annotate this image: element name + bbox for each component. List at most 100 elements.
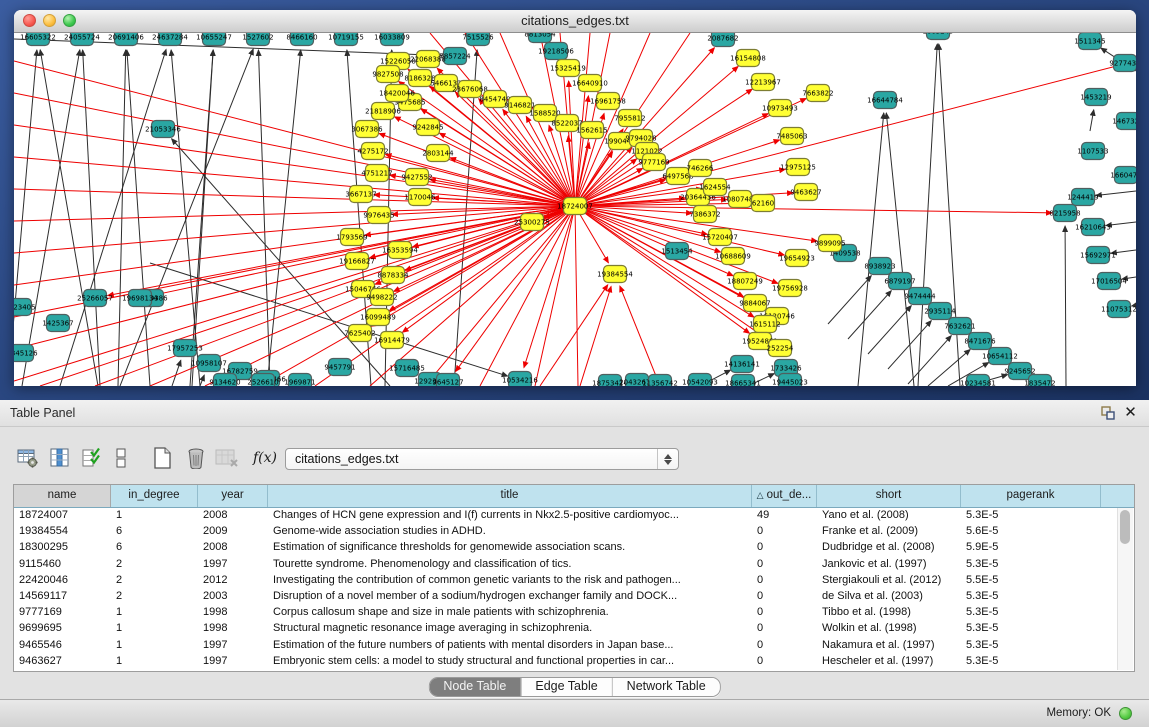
table-cell[interactable]: Embryonic stem cells: a model to study s… [268,653,752,669]
table-selector-dropdown[interactable]: citations_edges.txt [285,448,679,470]
network-node[interactable]: 8938923 [864,258,895,275]
network-node[interactable]: 1467329 [1112,113,1136,130]
network-node[interactable]: 18665341 [725,375,761,387]
delete-table-icon[interactable] [215,445,239,471]
table-cell[interactable]: Yano et al. (2008) [817,507,961,523]
table-cell[interactable]: 5.3E-5 [961,637,1101,653]
table-vertical-scrollbar[interactable] [1117,508,1133,670]
column-header-out-de-[interactable]: △out_de... [752,485,817,507]
show-columns-icon[interactable] [48,445,72,471]
table-row[interactable]: 1872400712008Changes of HCN gene express… [14,507,1117,523]
network-edge[interactable] [454,50,477,386]
table-cell[interactable]: 5.3E-5 [961,588,1101,604]
tab-node-table[interactable]: Node Table [429,678,520,696]
network-node[interactable]: 9457791 [324,359,355,376]
scrollbar-thumb[interactable] [1120,510,1130,544]
network-node[interactable]: 12213967 [745,74,781,91]
network-node[interactable]: 16210643 [1075,219,1111,236]
memory-ok-indicator[interactable] [1119,707,1132,720]
table-cell[interactable]: 0 [752,588,817,604]
table-cell[interactable]: 5.3E-5 [961,556,1101,572]
column-header-short[interactable]: short [817,485,961,507]
network-node[interactable]: 7485063 [776,128,807,145]
network-node[interactable]: 4751217 [361,165,392,182]
network-node[interactable]: 16640910 [572,75,608,92]
table-cell[interactable]: 0 [752,572,817,588]
network-node[interactable]: 19756928 [772,280,808,297]
row-height-icon[interactable] [109,445,133,471]
table-cell[interactable]: 9777169 [14,604,111,620]
network-node[interactable]: 15692971 [1080,247,1116,264]
table-cell[interactable]: 1 [111,604,198,620]
table-row[interactable]: 2242004622012Investigating the contribut… [14,572,1117,588]
table-row[interactable]: 969969511998Structural magnetic resonanc… [14,620,1117,636]
network-edge[interactable] [200,375,204,386]
table-cell[interactable]: 2008 [198,539,268,555]
network-node[interactable]: 746266 [687,160,714,177]
network-node[interactable]: 2803144 [422,145,454,162]
table-cell[interactable]: 2 [111,556,198,572]
network-edge[interactable] [1090,110,1094,131]
network-node[interactable]: 1562615 [576,122,607,139]
network-node[interactable]: 1527602 [242,33,273,46]
table-cell[interactable]: Nakamura et al. (1997) [817,637,961,653]
network-edge[interactable] [1065,226,1066,386]
table-cell[interactable]: 2003 [198,588,268,604]
table-cell[interactable]: 9699695 [14,620,111,636]
table-cell[interactable]: 1997 [198,556,268,572]
table-cell[interactable]: Stergiakouli et al. (2012) [817,572,961,588]
network-node[interactable]: 19218506 [538,43,574,60]
column-header-pagerank[interactable]: pagerank [961,485,1101,507]
table-cell[interactable]: 0 [752,523,817,539]
network-node[interactable]: 12975125 [780,159,816,176]
table-cell[interactable]: 5.6E-5 [961,523,1101,539]
table-cell[interactable]: 1998 [198,604,268,620]
network-edge[interactable] [575,206,1052,213]
table-cell[interactable]: Estimation of the future numbers of pati… [268,637,752,653]
network-edge[interactable] [540,285,608,386]
network-node[interactable]: 17016504 [1091,273,1127,290]
network-node[interactable]: 9899095 [814,235,845,252]
network-node[interactable]: 10655247 [196,33,232,46]
table-cell[interactable]: 9465546 [14,637,111,653]
table-cell[interactable]: 1998 [198,620,268,636]
table-cell[interactable]: 0 [752,604,817,620]
network-node[interactable]: 8813054 [524,33,556,43]
network-node[interactable]: 2935114 [924,303,956,320]
network-node[interactable]: 8471676 [964,333,996,350]
table-row[interactable]: 1456911722003Disruption of a novel membe… [14,588,1117,604]
table-cell[interactable]: 1 [111,620,198,636]
network-node[interactable]: 16644784 [867,92,903,109]
network-edge[interactable] [14,61,575,206]
network-edge[interactable] [14,50,37,386]
network-node[interactable]: 8215958 [1049,205,1080,222]
table-cell[interactable]: 9463627 [14,653,111,669]
table-cell[interactable]: 6 [111,523,198,539]
table-cell[interactable]: 18724007 [14,507,111,523]
table-row[interactable]: 911546021997Tourette syndrome. Phenomeno… [14,556,1117,572]
network-node[interactable]: 9242845 [412,119,443,136]
function-builder-icon[interactable]: f(x) [253,445,277,471]
network-node[interactable]: 3067386 [351,121,383,138]
network-node[interactable]: 1453219 [1080,89,1111,106]
table-cell[interactable]: 1 [111,637,198,653]
network-node[interactable]: 7386372 [689,206,720,223]
table-cell[interactable]: 0 [752,653,817,669]
tab-edge-table[interactable]: Edge Table [520,678,611,696]
table-cell[interactable]: 22420046 [14,572,111,588]
table-cell[interactable]: 9115460 [14,556,111,572]
network-node[interactable]: 16154808 [730,50,766,67]
network-node[interactable]: 7955812 [614,110,645,127]
network-node[interactable]: 1969871 [284,374,315,387]
table-settings-icon[interactable] [16,445,40,471]
network-node[interactable]: 10534216 [502,372,538,387]
network-node[interactable]: 4275172 [357,143,388,160]
network-node[interactable]: 8878334 [377,267,409,284]
column-header-name[interactable]: name [14,485,111,507]
network-node[interactable]: 9134620 [209,374,240,387]
table-cell[interactable]: Franke et al. (2009) [817,523,961,539]
table-cell[interactable]: 5.3E-5 [961,604,1101,620]
network-edge[interactable] [888,321,931,369]
network-node[interactable]: 1660473 [1110,167,1136,184]
column-header-title[interactable]: title [268,485,752,507]
